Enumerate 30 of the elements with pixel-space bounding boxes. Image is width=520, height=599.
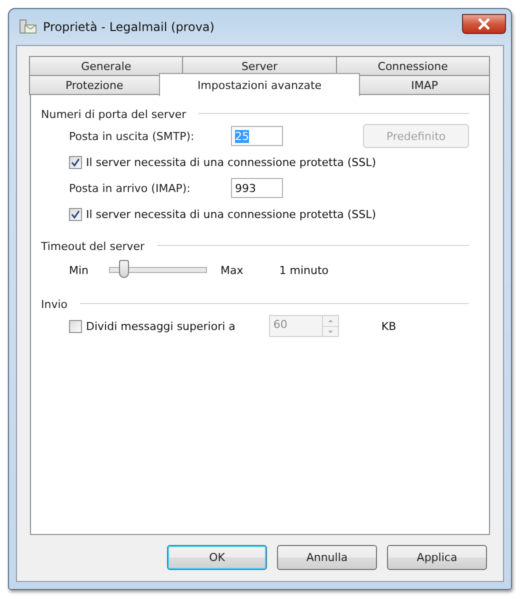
tab[interactable]: Impostazioni avanzate bbox=[158, 73, 360, 96]
close-button[interactable] bbox=[462, 14, 506, 34]
window-icon bbox=[19, 19, 37, 35]
port-field[interactable]: 993 bbox=[231, 178, 283, 198]
field-value: 25 bbox=[235, 130, 249, 142]
window-title: Proprietà - Legalmail (prova) bbox=[43, 20, 214, 34]
group-title: Invio bbox=[41, 298, 68, 310]
field-label: Posta in uscita (SMTP): bbox=[69, 130, 196, 142]
close-icon bbox=[477, 18, 491, 30]
checkbox[interactable] bbox=[69, 156, 82, 168]
dialog-button[interactable]: Annulla bbox=[277, 545, 377, 570]
tab[interactable]: Generale bbox=[29, 56, 184, 75]
group-title: Timeout del server bbox=[41, 240, 145, 252]
field-label: Posta in arrivo (IMAP): bbox=[69, 182, 192, 194]
tab[interactable]: IMAP bbox=[359, 75, 490, 95]
tab[interactable]: Protezione bbox=[29, 75, 160, 95]
checkbox[interactable] bbox=[69, 208, 82, 220]
checkbox-label: Il server necessita di una connessione protetta (SSL) bbox=[86, 208, 376, 220]
timeout-value: 1 minuto bbox=[279, 264, 329, 276]
checkbox-label: Il server necessita di una connessione protetta (SSL) bbox=[86, 156, 376, 168]
slider-min-label: Min bbox=[69, 264, 89, 276]
tab[interactable]: Connessione bbox=[336, 56, 490, 75]
dialog-button[interactable]: Applica bbox=[387, 545, 487, 570]
field-value: 993 bbox=[235, 182, 256, 194]
dialog-button[interactable]: OK bbox=[167, 545, 267, 570]
unit-label: KB bbox=[381, 320, 396, 332]
slider-thumb[interactable] bbox=[118, 260, 129, 278]
slider-max-label: Max bbox=[220, 264, 244, 276]
group-title: Numeri di porta del server bbox=[41, 108, 186, 120]
checkbox-label: Dividi messaggi superiori a bbox=[86, 320, 236, 332]
